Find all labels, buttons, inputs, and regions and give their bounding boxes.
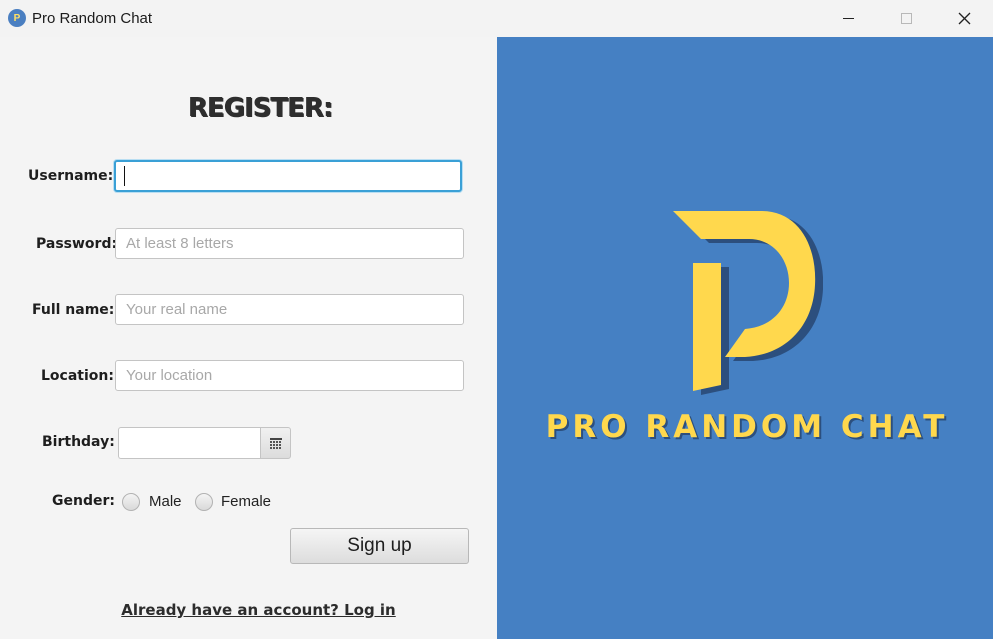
minimize-icon (842, 18, 854, 19)
date-picker-button[interactable] (260, 427, 291, 459)
text-caret (124, 166, 125, 186)
gender-male-radio[interactable] (122, 493, 140, 511)
gender-female-radio[interactable] (195, 493, 213, 511)
location-label: Location: (41, 368, 114, 384)
close-button[interactable] (935, 0, 993, 37)
location-input[interactable] (115, 360, 464, 391)
birthday-label: Birthday: (42, 434, 115, 450)
username-label: Username: (28, 168, 114, 184)
title-bar: P Pro Random Chat (0, 0, 993, 37)
close-icon (958, 12, 970, 25)
fullname-label: Full name: (32, 302, 115, 318)
maximize-icon (900, 13, 912, 24)
brand-panel: PRO RANDOM CHAT (497, 37, 993, 639)
app-logo-icon: P (8, 9, 26, 27)
minimize-button[interactable] (819, 0, 877, 37)
gender-label: Gender: (52, 493, 115, 509)
maximize-button[interactable] (877, 0, 935, 37)
app-logo-letter: P (13, 12, 21, 24)
sign-up-button[interactable]: Sign up (290, 528, 469, 564)
gender-male-label[interactable]: Male (149, 493, 182, 510)
login-link[interactable]: Already have an account? Log in (0, 601, 517, 619)
password-label: Password: (36, 236, 118, 252)
fullname-input[interactable] (115, 294, 464, 325)
app-window: P Pro Random Chat REGISTER: Username: Pa… (0, 0, 993, 639)
register-form: REGISTER: Username: Password: Full name:… (0, 37, 497, 639)
birthday-date-input[interactable] (118, 427, 260, 459)
calendar-icon (269, 437, 282, 449)
window-title: Pro Random Chat (32, 10, 153, 27)
username-input[interactable] (114, 160, 462, 192)
pro-random-chat-logo-icon (673, 211, 823, 395)
register-heading: REGISTER: (187, 93, 333, 123)
brand-name: PRO RANDOM CHAT (545, 409, 949, 445)
gender-female-label[interactable]: Female (221, 493, 271, 510)
password-input[interactable] (115, 228, 464, 259)
